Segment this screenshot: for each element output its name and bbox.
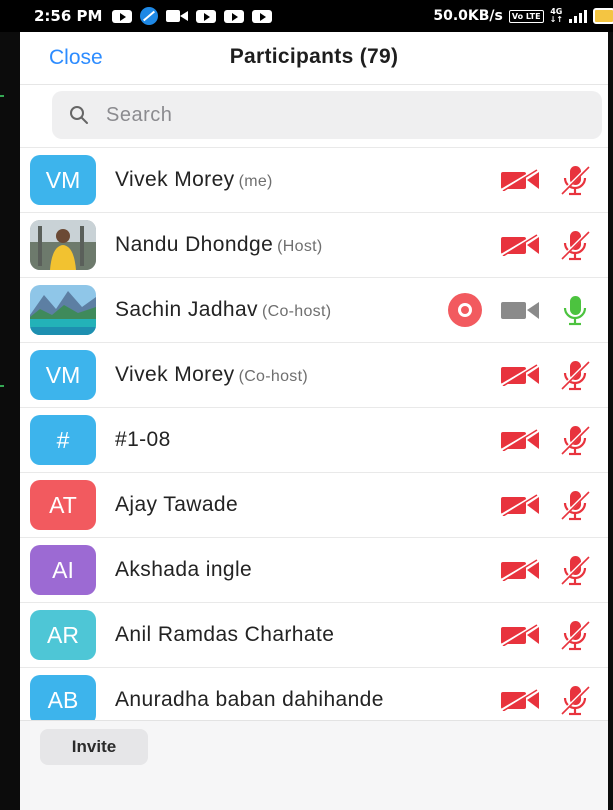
participant-role: (Host) [277,238,323,255]
footer-bar: Invite [20,720,608,810]
participant-name: Sachin Jadhav (Co-host) [115,298,331,322]
participant-name-text: Ajay Tawade [115,493,239,516]
participant-name: #1-08 [115,428,171,452]
participant-name: Akshada ingle [115,558,252,582]
notification-icons [112,7,273,25]
youtube-icon [224,9,245,23]
network-speed: 50.0KB/s [433,8,503,24]
video-off-icon [500,623,540,647]
youtube-icon [196,9,217,23]
search-bar[interactable] [52,91,602,139]
avatar [30,285,96,335]
video-off-icon [500,233,540,257]
participant-name: Ajay Tawade [115,493,238,517]
status-time: 2:56 PM [34,7,103,25]
participant-name-text: #1-08 [115,428,171,451]
participant-name: Vivek Morey (Co-host) [115,363,308,387]
avatar: VM [30,155,96,205]
video-off-icon [500,363,540,387]
network-type: 4G ↓↑ [549,7,563,24]
signal-icon [569,9,587,23]
mic-muted-icon [559,619,591,651]
recording-icon [447,292,483,328]
edge-mark [0,385,4,387]
video-off-icon [500,168,540,192]
participant-row[interactable]: AI Akshada ingle [20,537,608,602]
status-bar: 2:56 PM 50.0KB/s Vo LTE 4G ↓↑ [0,0,613,32]
participant-row[interactable]: VM Vivek Morey (Co-host) [20,342,608,407]
avatar [30,220,96,270]
participant-row[interactable]: AR Anil Ramdas Charhate [20,602,608,667]
participant-name: Vivek Morey (me) [115,168,273,192]
participant-row[interactable]: # #1-08 [20,407,608,472]
participant-role: (Co-host) [261,303,332,320]
mic-muted-icon [559,164,591,196]
avatar: AI [30,545,96,595]
participant-role: (me) [238,173,273,190]
video-camera-icon [500,299,540,321]
avatar: AR [30,610,96,660]
blocked-icon [140,7,159,25]
edge-mark [0,95,4,97]
volte-badge: Vo LTE [508,9,544,23]
youtube-icon [112,9,133,23]
mic-muted-icon [559,359,591,391]
video-off-icon [500,558,540,582]
participant-role: (Co-host) [238,368,308,385]
participant-name: Anil Ramdas Charhate [115,623,334,647]
video-off-icon [500,428,540,452]
participant-name-text: Vivek Morey [115,168,235,191]
avatar: VM [30,350,96,400]
participant-name-text: Anil Ramdas Charhate [115,623,335,646]
video-off-icon [500,493,540,517]
participant-name: Anuradha baban dahihande [115,688,384,712]
participant-row[interactable]: VM Vivek Morey (me) [20,147,608,212]
invite-button[interactable]: Invite [40,729,148,765]
participant-name-text: Vivek Morey [115,363,235,386]
mic-muted-icon [559,229,591,261]
participant-list: VM Vivek Morey (me) Nandu Dhondge (Host) Sach… [20,147,608,732]
video-icon [166,10,189,22]
participant-name-text: Anuradha baban dahihande [115,688,384,711]
search-input[interactable] [104,102,568,128]
mic-muted-icon [559,554,591,586]
youtube-icon [252,9,273,23]
participant-name: Nandu Dhondge (Host) [115,233,323,257]
participants-screen: Close Participants (79) VMVivek Morey(me… [20,32,608,810]
participant-name-text: Sachin Jadhav [115,298,258,321]
avatar: AT [30,480,96,530]
participant-row[interactable]: Sachin Jadhav (Co-host) [20,277,608,342]
mic-muted-icon [559,684,591,716]
avatar: AB [30,675,96,725]
video-off-icon [500,688,540,712]
participant-name-text: Akshada ingle [115,558,253,581]
mic-muted-icon [559,489,591,521]
battery-icon [593,8,613,24]
participant-name-text: Nandu Dhondge [115,233,274,256]
participant-row[interactable]: AT Ajay Tawade [20,472,608,537]
page-title: Participants (79) [229,45,399,68]
mic-muted-icon [559,424,591,456]
mic-on-icon [560,294,590,326]
avatar: # [30,415,96,465]
search-icon [70,106,88,124]
top-bar: Close Participants (79) [20,32,608,85]
participant-row[interactable]: Nandu Dhondge (Host) [20,212,608,277]
